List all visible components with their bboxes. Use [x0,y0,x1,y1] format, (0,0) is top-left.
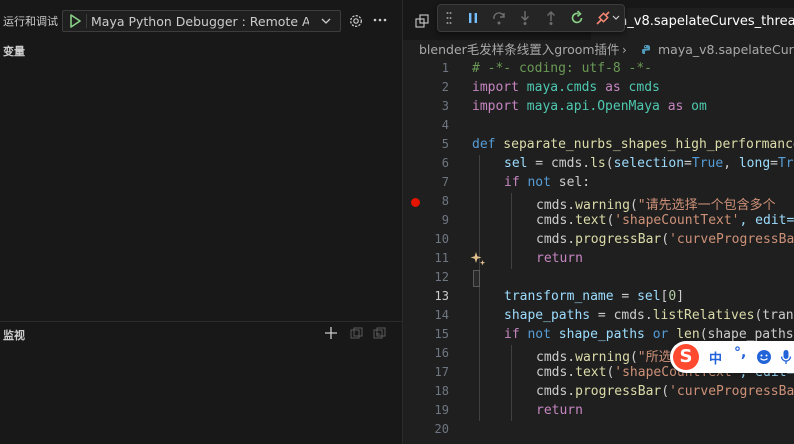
code-text: sel = cmds.ls(selection=True, long=Tr [504,156,794,171]
code-text: cmds.text('shapeCountText', edit= [536,213,794,228]
code-line: 19 return [403,402,794,421]
code-text: return [536,251,583,266]
line-number[interactable]: 13 [403,289,449,303]
code-text: def separate_nurbs_shapes_high_performan… [472,137,794,152]
code-line: 3 import maya.api.OpenMaya as om [403,98,794,117]
code-text: if not shape_paths or len(shape_paths [504,327,794,342]
line-number[interactable]: 1 [403,61,449,75]
code-line: 12 [403,269,794,288]
launch-config-name: Maya Python Debugger : Remote Attach [91,14,309,29]
step-into-icon[interactable] [517,10,533,26]
code-line: 7 if not sel: [403,174,794,193]
ime-mode-toggle[interactable]: 中 [709,348,722,367]
code-text: shape_paths = cmds.listRelatives(tran [504,308,794,323]
code-line: 18 cmds.progressBar('curveProgressBa [403,383,794,402]
ime-punctuation-toggle[interactable]: °, [734,345,746,361]
line-number[interactable]: 3 [403,99,449,113]
code-text: return [536,403,583,418]
watch-section-title[interactable]: 监视 [3,327,25,343]
line-number[interactable]: 11 [403,251,449,265]
launch-config-select[interactable]: Maya Python Debugger : Remote Attach [62,10,341,32]
line-number[interactable]: 15 [403,327,449,341]
code-line: 1 # -*- coding: utf-8 -*- [403,60,794,79]
add-expression-icon[interactable] [323,325,339,341]
python-file-icon [642,45,650,54]
debug-view-title: 运行和调试 [3,15,58,28]
sparkle-icon[interactable] [470,251,486,267]
code-editor[interactable]: 1 # -*- coding: utf-8 -*- 2 import maya.… [403,60,794,444]
ime-toolbar[interactable]: S 中 °, [670,341,794,373]
restart-icon[interactable] [569,10,585,26]
ime-logo-icon[interactable]: S [673,344,699,370]
config-separator [86,14,87,28]
pause-icon[interactable] [465,10,481,26]
line-number[interactable]: 7 [403,175,449,189]
editor-group: maya_v8.sapelateCurves_thread_ui.py [403,0,794,444]
variables-section-title[interactable]: 变量 [3,43,25,59]
line-number[interactable]: 16 [403,346,449,360]
code-text: import maya.cmds as cmds [472,80,660,95]
disconnect-icon[interactable] [595,10,611,26]
debug-sidebar: 运行和调试 Maya Python Debugger : Remote Atta… [0,0,402,444]
more-actions-icon[interactable] [372,12,388,28]
breadcrumb-separator: › [622,43,627,57]
step-over-icon[interactable] [491,10,507,26]
code-line: 6 sel = cmds.ls(selection=True, long=Tr [403,155,794,174]
code-line: 10 cmds.progressBar('curveProgressBa [403,231,794,250]
breadcrumb: blender毛发样条线置入groom插件 › maya_v8.sapelate… [403,40,794,60]
line-number[interactable]: 19 [403,403,449,417]
code-line: 20 [403,421,794,440]
line-number[interactable]: 20 [403,422,449,436]
line-number[interactable]: 9 [403,213,449,227]
line-number[interactable]: 14 [403,308,449,322]
line-number[interactable]: 18 [403,384,449,398]
code-text: # -*- coding: utf-8 -*- [472,61,653,76]
code-line: 5 def separate_nurbs_shapes_high_perform… [403,136,794,155]
code-text: import maya.api.OpenMaya as om [472,99,707,114]
line-number[interactable]: 6 [403,156,449,170]
code-text: cmds.progressBar('curveProgressBa [536,384,794,399]
debug-toolbar [437,4,625,32]
cursor-line-marker [473,270,480,287]
code-text: cmds.warning("请先选择一个包含多个 [536,198,776,213]
line-number[interactable]: 12 [403,270,449,284]
line-number[interactable]: 17 [403,365,449,379]
chevron-down-icon[interactable] [611,10,621,26]
code-line: 8 cmds.warning("请先选择一个包含多个 [403,193,794,213]
breadcrumb-file[interactable]: maya_v8.sapelateCurves_thread_ui.py [658,40,794,60]
code-line: 4 [403,117,794,136]
emoji-icon[interactable] [756,349,772,365]
code-text: transform_name = sel[0] [504,289,685,304]
line-number[interactable]: 8 [403,194,449,208]
gear-icon[interactable] [348,13,364,29]
code-line: 9 cmds.text('shapeCountText', edit= [403,212,794,231]
debug-header: 运行和调试 Maya Python Debugger : Remote Atta… [0,0,402,42]
split-editor-icon[interactable] [415,14,429,28]
refresh-watch-icon[interactable] [350,327,363,340]
code-line: 13 transform_name = sel[0] [403,288,794,307]
chevron-down-icon[interactable] [320,15,332,27]
code-line: 11 return [403,250,794,269]
start-debugging-icon[interactable] [69,14,81,28]
breadcrumb-folder[interactable]: blender毛发样条线置入groom插件 [419,40,620,60]
line-number[interactable]: 10 [403,232,449,246]
tab-bar: maya_v8.sapelateCurves_thread_ui.py [403,0,794,40]
code-text: cmds.progressBar('curveProgressBa [536,232,794,247]
code-line: 2 import maya.cmds as cmds [403,79,794,98]
drag-grip-icon[interactable] [446,11,452,25]
code-line: 14 shape_paths = cmds.listRelatives(tran [403,307,794,326]
section-divider [0,321,402,322]
line-number[interactable]: 5 [403,137,449,151]
line-number[interactable]: 4 [403,118,449,132]
code-text: cmds.warning("所选 [536,350,672,365]
code-text: if not sel: [504,175,591,190]
microphone-icon[interactable] [780,349,792,365]
line-number[interactable]: 2 [403,80,449,94]
collapse-all-icon[interactable] [373,327,386,340]
step-out-icon[interactable] [543,10,559,26]
